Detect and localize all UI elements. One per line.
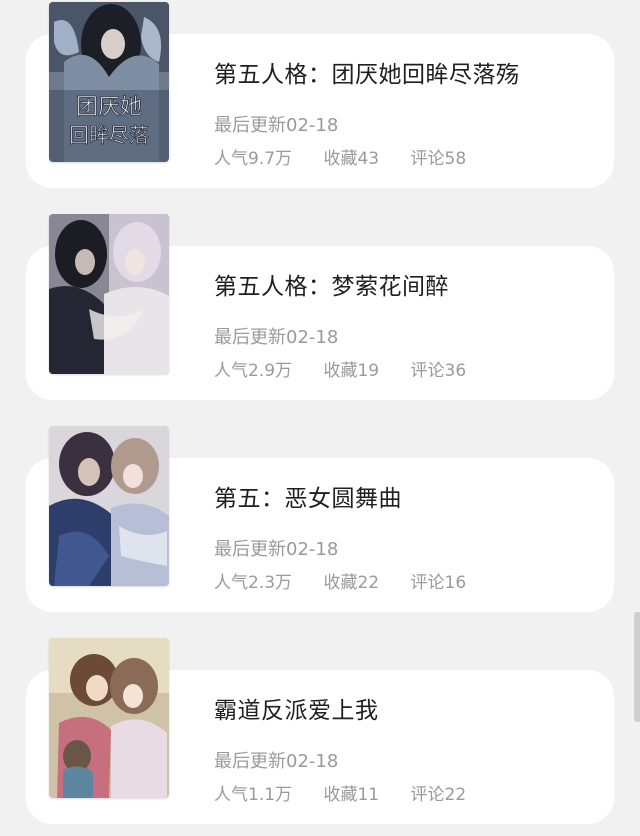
list-item[interactable]: 第五人格：梦萦花间醉 最后更新02-18 人气2.9万 收藏19 评论36 <box>0 212 640 412</box>
scrollbar[interactable] <box>634 612 640 722</box>
cover-image[interactable] <box>49 214 169 374</box>
cover-art <box>49 214 169 374</box>
work-title[interactable]: 第五人格：梦萦花间醉 <box>214 267 449 301</box>
favorites-count: 收藏22 <box>323 573 380 593</box>
last-updated: 最后更新02-18 <box>214 115 339 136</box>
comments-count: 评论22 <box>410 785 467 805</box>
comments-count: 评论36 <box>410 361 467 381</box>
cover-image[interactable]: 团厌她 回眸尽落 <box>49 2 169 162</box>
cover-image[interactable] <box>49 638 169 798</box>
popularity-count: 人气9.7万 <box>214 149 293 169</box>
cover-text-bottom: 回眸尽落 <box>69 123 149 147</box>
favorites-count: 收藏11 <box>323 785 380 805</box>
last-updated: 最后更新02-18 <box>214 539 339 560</box>
comments-count: 评论58 <box>410 149 467 169</box>
cover-art <box>49 426 169 586</box>
work-title[interactable]: 霸道反派爱上我 <box>214 691 379 725</box>
cover-art <box>49 638 169 798</box>
cover-text-top: 团厌她 <box>76 95 142 120</box>
popularity-count: 人气2.3万 <box>214 573 293 593</box>
last-updated: 最后更新02-18 <box>214 751 339 772</box>
work-stats: 人气2.9万 收藏19 评论36 <box>214 356 466 381</box>
work-title[interactable]: 第五人格：团厌她回眸尽落殇 <box>214 55 520 89</box>
work-title[interactable]: 第五：恶女圆舞曲 <box>214 479 402 513</box>
work-stats: 人气2.3万 收藏22 评论16 <box>214 568 466 593</box>
work-list: 团厌她 回眸尽落 第五人格：团厌她回眸尽落殇 最后更新02-18 人气9.7万 … <box>0 0 640 826</box>
comments-count: 评论16 <box>410 573 467 593</box>
popularity-count: 人气2.9万 <box>214 361 293 381</box>
cover-art: 团厌她 回眸尽落 <box>49 2 169 162</box>
list-item[interactable]: 第五：恶女圆舞曲 最后更新02-18 人气2.3万 收藏22 评论16 <box>0 424 640 624</box>
work-stats: 人气1.1万 收藏11 评论22 <box>214 780 466 805</box>
last-updated: 最后更新02-18 <box>214 327 339 348</box>
favorites-count: 收藏19 <box>323 361 380 381</box>
popularity-count: 人气1.1万 <box>214 785 293 805</box>
list-item[interactable]: 霸道反派爱上我 最后更新02-18 人气1.1万 收藏11 评论22 <box>0 636 640 836</box>
list-item[interactable]: 团厌她 回眸尽落 第五人格：团厌她回眸尽落殇 最后更新02-18 人气9.7万 … <box>0 0 640 200</box>
favorites-count: 收藏43 <box>323 149 380 169</box>
cover-image[interactable] <box>49 426 169 586</box>
work-stats: 人气9.7万 收藏43 评论58 <box>214 144 466 169</box>
